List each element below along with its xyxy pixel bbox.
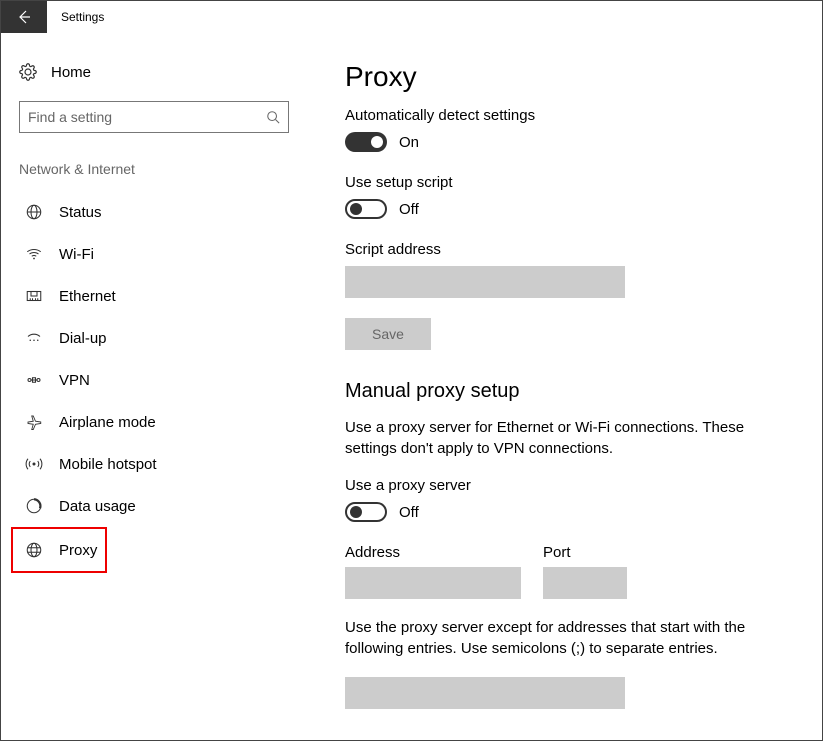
titlebar: Settings xyxy=(1,1,822,33)
use-proxy-toggle[interactable] xyxy=(345,502,387,522)
wifi-icon xyxy=(25,245,43,263)
sidebar-item-dialup[interactable]: Dial-up xyxy=(19,317,283,359)
sidebar-item-vpn[interactable]: VPN xyxy=(19,359,283,401)
sidebar-item-label: Status xyxy=(59,204,102,221)
sidebar-item-wifi[interactable]: Wi-Fi xyxy=(19,233,283,275)
ethernet-icon xyxy=(25,287,43,305)
sidebar: Home Network & Internet Status Wi-Fi Eth… xyxy=(1,33,301,742)
sidebar-item-label: Proxy xyxy=(59,542,97,559)
sidebar-item-ethernet[interactable]: Ethernet xyxy=(19,275,283,317)
auto-detect-label: Automatically detect settings xyxy=(345,107,788,124)
gear-icon xyxy=(19,63,37,81)
sidebar-item-label: Mobile hotspot xyxy=(59,456,157,473)
manual-heading: Manual proxy setup xyxy=(345,380,788,403)
sidebar-item-airplane[interactable]: Airplane mode xyxy=(19,401,283,443)
page-heading: Proxy xyxy=(345,61,788,93)
sidebar-item-datausage[interactable]: Data usage xyxy=(19,485,283,527)
setup-script-state: Off xyxy=(399,201,419,218)
main-content: Proxy Automatically detect settings On U… xyxy=(301,33,822,742)
data-usage-icon xyxy=(25,497,43,515)
script-address-input xyxy=(345,266,625,298)
search-icon xyxy=(266,110,280,124)
sidebar-item-label: Airplane mode xyxy=(59,414,156,431)
use-proxy-label: Use a proxy server xyxy=(345,477,788,494)
sidebar-section-label: Network & Internet xyxy=(19,161,283,177)
window-title: Settings xyxy=(47,1,104,33)
manual-description: Use a proxy server for Ethernet or Wi-Fi… xyxy=(345,417,765,459)
dialup-icon xyxy=(25,329,43,347)
sidebar-item-label: Ethernet xyxy=(59,288,116,305)
proxy-icon xyxy=(25,541,43,559)
address-input xyxy=(345,567,521,599)
port-label: Port xyxy=(543,544,627,561)
setup-script-label: Use setup script xyxy=(345,174,788,191)
arrow-left-icon xyxy=(16,9,32,25)
sidebar-item-label: Data usage xyxy=(59,498,136,515)
port-input xyxy=(543,567,627,599)
save-button-label: Save xyxy=(372,326,404,342)
script-address-label: Script address xyxy=(345,241,788,258)
sidebar-item-proxy[interactable]: Proxy xyxy=(11,527,107,573)
exceptions-input xyxy=(345,677,625,709)
setup-script-toggle[interactable] xyxy=(345,199,387,219)
airplane-icon xyxy=(25,413,43,431)
search-input-wrap[interactable] xyxy=(19,101,289,133)
sidebar-item-hotspot[interactable]: Mobile hotspot xyxy=(19,443,283,485)
auto-detect-state: On xyxy=(399,134,419,151)
exceptions-description: Use the proxy server except for addresse… xyxy=(345,617,765,659)
search-input[interactable] xyxy=(28,109,266,125)
auto-detect-toggle[interactable] xyxy=(345,132,387,152)
sidebar-item-status[interactable]: Status xyxy=(19,191,283,233)
hotspot-icon xyxy=(25,455,43,473)
back-button[interactable] xyxy=(1,1,47,33)
address-label: Address xyxy=(345,544,521,561)
vpn-icon xyxy=(25,371,43,389)
globe-icon xyxy=(25,203,43,221)
sidebar-home-label: Home xyxy=(51,64,91,81)
sidebar-home[interactable]: Home xyxy=(19,53,283,91)
sidebar-item-label: VPN xyxy=(59,372,90,389)
save-button: Save xyxy=(345,318,431,350)
sidebar-item-label: Dial-up xyxy=(59,330,107,347)
use-proxy-state: Off xyxy=(399,504,419,521)
sidebar-item-label: Wi-Fi xyxy=(59,246,94,263)
